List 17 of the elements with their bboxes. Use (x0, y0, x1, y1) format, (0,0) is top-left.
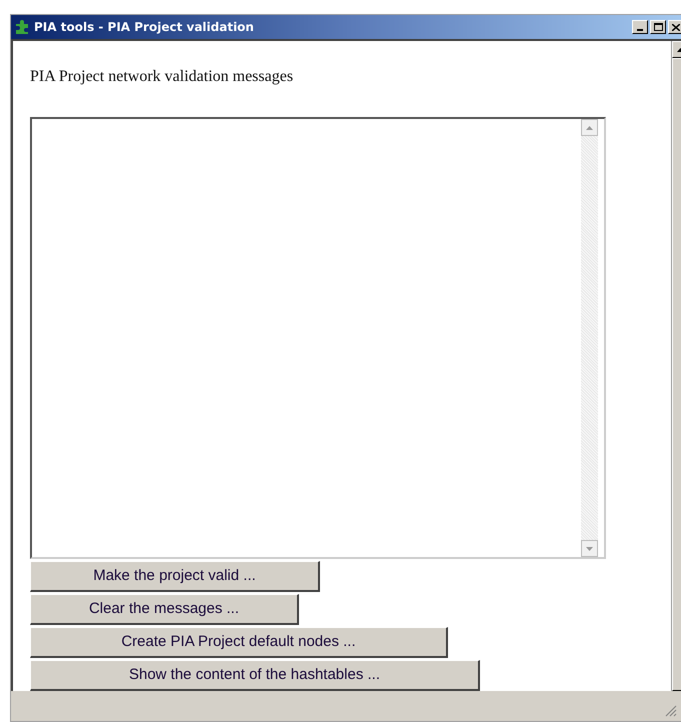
maximize-icon (654, 23, 662, 31)
action-button[interactable]: Make the project valid ... (30, 561, 320, 592)
scroll-down-button[interactable] (581, 540, 598, 557)
up-arrow-icon (586, 126, 593, 130)
window-title: PIA tools - PIA Project validation (34, 19, 255, 36)
puzzle-icon (14, 19, 30, 35)
close-icon (672, 24, 680, 30)
minimize-icon (637, 29, 643, 31)
minimize-button[interactable] (632, 20, 648, 34)
action-button[interactable]: Create PIA Project default nodes ... (30, 627, 448, 658)
resize-grip-icon[interactable] (665, 705, 677, 717)
panel-heading: PIA Project network validation messages (30, 67, 294, 87)
action-button[interactable]: Clear the messages ... (30, 594, 299, 625)
maximize-button[interactable] (650, 20, 666, 34)
down-arrow-icon (586, 546, 593, 550)
action-button[interactable]: Show the content of the hashtables ... (30, 660, 480, 691)
close-button[interactable] (668, 20, 681, 34)
